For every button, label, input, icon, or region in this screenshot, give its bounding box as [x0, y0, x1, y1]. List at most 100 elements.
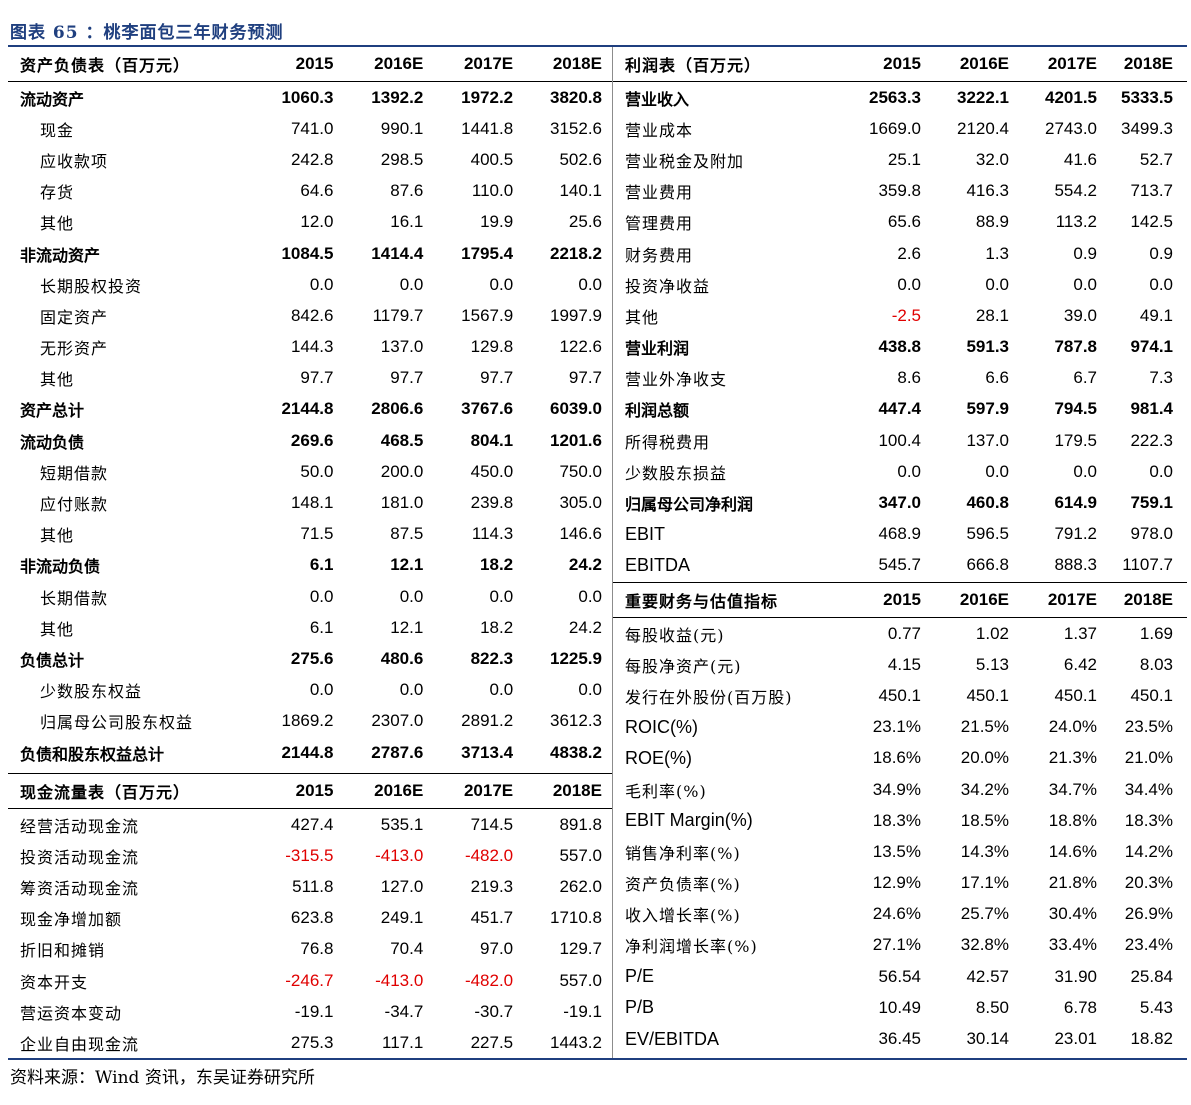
- table-row: 营业税金及附加 25.1 32.0 41.6 52.7: [613, 144, 1187, 175]
- table-row: 经营活动现金流 427.4 535.1 714.5 891.8: [8, 809, 612, 840]
- cell-value: 502.6: [559, 149, 603, 169]
- cell-value: 974.1: [1130, 337, 1173, 357]
- cell-value: 249.1: [380, 908, 424, 928]
- header-year: 2016E: [959, 54, 1009, 73]
- cell-value: 2563.3: [869, 87, 921, 107]
- table-row: 非流动负债 6.1 12.1 18.2 24.2: [8, 550, 612, 581]
- cell-value: 87.5: [390, 524, 424, 544]
- cell-value: 32.8%: [960, 935, 1009, 955]
- cell-value: 2743.0: [1045, 118, 1097, 138]
- cell-value: 56.54: [878, 966, 921, 986]
- row-label: 非流动负债: [20, 557, 101, 577]
- cell-value: 0.0: [489, 274, 514, 294]
- cell-value: 97.7: [300, 368, 334, 388]
- cell-value: 32.0: [975, 149, 1009, 169]
- cell-value: 219.3: [470, 876, 514, 896]
- row-label: 营业费用: [625, 183, 694, 203]
- cell-value: 30.14: [966, 1029, 1009, 1049]
- header-year: 2015: [883, 54, 921, 73]
- cell-value: 12.1: [390, 555, 424, 575]
- cell-value: 0.0: [578, 274, 603, 294]
- cell-value: 18.82: [1130, 1029, 1173, 1049]
- row-label: 投资活动现金流: [20, 847, 140, 867]
- cell-value: 23.1%: [872, 717, 921, 737]
- table-row: 营业收入 2563.3 3222.1 4201.5 5333.5: [613, 82, 1187, 113]
- cell-value: 3222.1: [957, 87, 1009, 107]
- table-row: 发行在外股份(百万股) 450.1 450.1 450.1 450.1: [613, 680, 1187, 711]
- row-label: ROE(%): [625, 747, 692, 768]
- table-row: ROIC(%) 23.1% 21.5% 24.0% 23.5%: [613, 712, 1187, 743]
- row-label: EBITDA: [625, 554, 691, 575]
- cell-value: 137.0: [380, 337, 424, 357]
- cell-value: 1201.6: [549, 430, 602, 450]
- cell-value: 0.0: [897, 274, 921, 294]
- cell-value: 12.1: [390, 617, 424, 637]
- table-row: 折旧和摊销 76.8 70.4 97.0 129.7: [8, 934, 612, 965]
- cell-value: 2.6: [897, 243, 921, 263]
- cell-value: -482.0: [464, 845, 514, 865]
- cell-value: 6.1: [309, 555, 334, 575]
- cell-value: 97.7: [568, 368, 603, 388]
- row-label: 销售净利率(%): [625, 843, 741, 863]
- cell-value: 450.1: [1130, 685, 1173, 705]
- table-row: 营运资本变动 -19.1 -34.7 -30.7 -19.1: [8, 996, 612, 1027]
- cell-value: 142.5: [1130, 212, 1173, 232]
- cell-value: 545.7: [878, 555, 921, 575]
- table-row: 长期股权投资 0.0 0.0 0.0 0.0: [8, 269, 612, 300]
- cell-value: 19.9: [480, 212, 514, 232]
- row-label: 企业自由现金流: [20, 1034, 140, 1054]
- cell-value: 450.1: [878, 685, 921, 705]
- cell-value: 3612.3: [550, 711, 603, 731]
- row-label: 应付账款: [40, 495, 109, 515]
- cell-value: 42.57: [966, 966, 1009, 986]
- table-header: 重要财务与估值指标 2015 2016E 2017E 2018E: [613, 583, 1187, 618]
- row-label: 少数股东权益: [40, 682, 143, 702]
- cell-value: -413.0: [375, 970, 424, 990]
- cell-value: 0.0: [1149, 461, 1173, 481]
- table-row: 无形资产 144.3 137.0 129.8 122.6: [8, 332, 612, 363]
- cell-value: 50.0: [300, 461, 334, 481]
- cell-value: 23.4%: [1124, 935, 1173, 955]
- cell-value: -30.7: [474, 1001, 514, 1021]
- cell-value: 114.3: [471, 524, 514, 544]
- income-statement-table: 利润表（百万元） 2015 2016E 2017E 2018E 营业收入 2563.3 322…: [613, 47, 1187, 581]
- table-row: 所得税费用 100.4 137.0 179.5 222.3: [613, 425, 1187, 456]
- cell-value: 759.1: [1130, 493, 1173, 513]
- cell-value: 5.13: [975, 654, 1009, 674]
- cell-value: 750.0: [559, 461, 603, 481]
- cell-value: 5.43: [1139, 997, 1173, 1017]
- cell-value: 535.1: [380, 814, 424, 834]
- cell-value: 16.1: [390, 212, 424, 232]
- cell-value: 76.8: [300, 939, 334, 959]
- table-row: 管理费用 65.6 88.9 113.2 142.5: [613, 207, 1187, 238]
- cell-value: 822.3: [470, 648, 514, 668]
- cell-value: 990.1: [380, 118, 424, 138]
- cell-value: 0.9: [1149, 243, 1173, 263]
- cell-value: -315.5: [285, 845, 334, 865]
- cell-value: 275.6: [290, 648, 334, 668]
- cell-value: 262.0: [559, 876, 602, 896]
- table-row: 营业外净收支 8.6 6.6 6.7 7.3: [613, 363, 1187, 394]
- cell-value: 0.0: [489, 680, 514, 700]
- table-row: 投资净收益 0.0 0.0 0.0 0.0: [613, 269, 1187, 300]
- source-note: 资料来源：Wind 资讯，东吴证券研究所: [10, 1068, 315, 1088]
- cell-value: 3820.8: [549, 87, 602, 107]
- row-label: 其他: [40, 370, 75, 390]
- row-label: 毛利率(%): [625, 781, 707, 801]
- cell-value: 140.1: [559, 181, 603, 201]
- cell-value: 3152.6: [550, 118, 603, 138]
- cell-value: 24.2: [568, 555, 602, 575]
- cell-value: 1179.7: [372, 305, 424, 325]
- cell-value: 18.3%: [872, 810, 921, 830]
- row-label: 其他: [40, 619, 75, 639]
- cell-value: 1.02: [975, 623, 1009, 643]
- cell-value: 0.0: [1073, 461, 1097, 481]
- cell-value: 87.6: [390, 181, 424, 201]
- figure-title: 图表 65 ：桃李面包三年财务预测: [10, 23, 284, 43]
- header-year: 2017E: [1047, 590, 1097, 609]
- cell-value: 33.4%: [1048, 935, 1097, 955]
- cell-value: 2218.2: [549, 243, 602, 263]
- cell-value: 511.8: [292, 876, 334, 896]
- cell-value: 1443.2: [549, 1032, 602, 1052]
- cell-value: 34.4%: [1124, 779, 1173, 799]
